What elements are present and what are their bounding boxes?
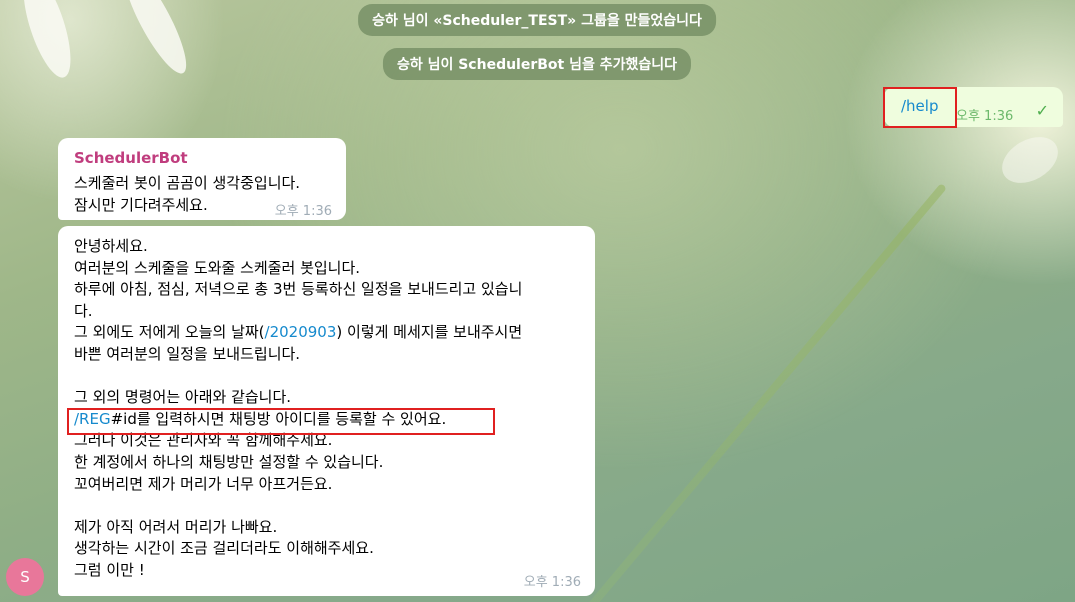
help-highlight-box — [883, 87, 957, 128]
message-line-empty — [74, 366, 586, 388]
message-line: 그럼 이만 ! — [74, 560, 145, 579]
message-text: 그 외에도 저에게 오늘의 날짜( — [74, 323, 265, 342]
double-check-icon: ✓ — [1035, 101, 1049, 120]
message-line: 안녕하세요. — [74, 237, 148, 255]
message-time: 오후 1:36 — [956, 109, 1014, 124]
sender-name[interactable]: SchedulerBot — [74, 149, 188, 167]
message-line: 여러분의 스케줄을 도와줄 스케줄러 봇입니다. — [74, 258, 361, 277]
message-line: 하루에 아침, 점심, 저녁으로 총 3번 등록하신 일정을 보내드리고 있습니 — [74, 280, 523, 299]
message-text: 잠시만 기다려주세요. — [74, 196, 208, 214]
message-line-empty — [74, 495, 586, 517]
service-message-bot-added: 승하 님이 SchedulerBot 님을 추가했습니다 — [382, 48, 692, 80]
message-line: 그 외의 명령어는 아래와 같습니다. — [74, 388, 292, 407]
service-message-group-created: 승하 님이 «Scheduler_TEST» 그룹을 만들었습니다 — [358, 4, 716, 36]
message-line: 그 외에도 저에게 오늘의 날짜(/2020903) 이렇게 메세지를 보내주시… — [74, 322, 586, 344]
message-line: 생각하는 시간이 조금 걸리더라도 이해해주세요. — [74, 539, 374, 558]
message-line: 다. — [74, 301, 93, 320]
message-line: 꼬여버리면 제가 머리가 너무 아프거든요. — [74, 474, 333, 493]
message-line: 제가 아직 어려서 머리가 나빠요. — [74, 517, 278, 536]
message-line: 한 계정에서 하나의 채팅방만 설정할 수 있습니다. — [74, 452, 384, 471]
reg-highlight-box — [67, 408, 495, 435]
bot-message-thinking[interactable]: SchedulerBot 스케줄러 봇이 곰곰이 생각중입니다. 잠시만 기다려… — [58, 138, 346, 220]
background-petal — [113, 0, 197, 81]
message-text: ) 이렇게 메세지를 보내주시면 — [336, 323, 523, 342]
background-petal — [13, 0, 81, 83]
message-text: 스케줄러 봇이 곰곰이 생각중입니다. — [74, 174, 301, 192]
background-petal — [994, 127, 1066, 193]
avatar[interactable]: S — [6, 558, 44, 596]
message-time: 오후 1:36 — [274, 204, 332, 219]
date-command-link[interactable]: /2020903 — [265, 323, 337, 341]
background-stem — [580, 182, 948, 602]
message-time: 오후 1:36 — [523, 575, 581, 590]
message-line: 바쁜 여러분의 일정을 보내드립니다. — [74, 344, 301, 363]
